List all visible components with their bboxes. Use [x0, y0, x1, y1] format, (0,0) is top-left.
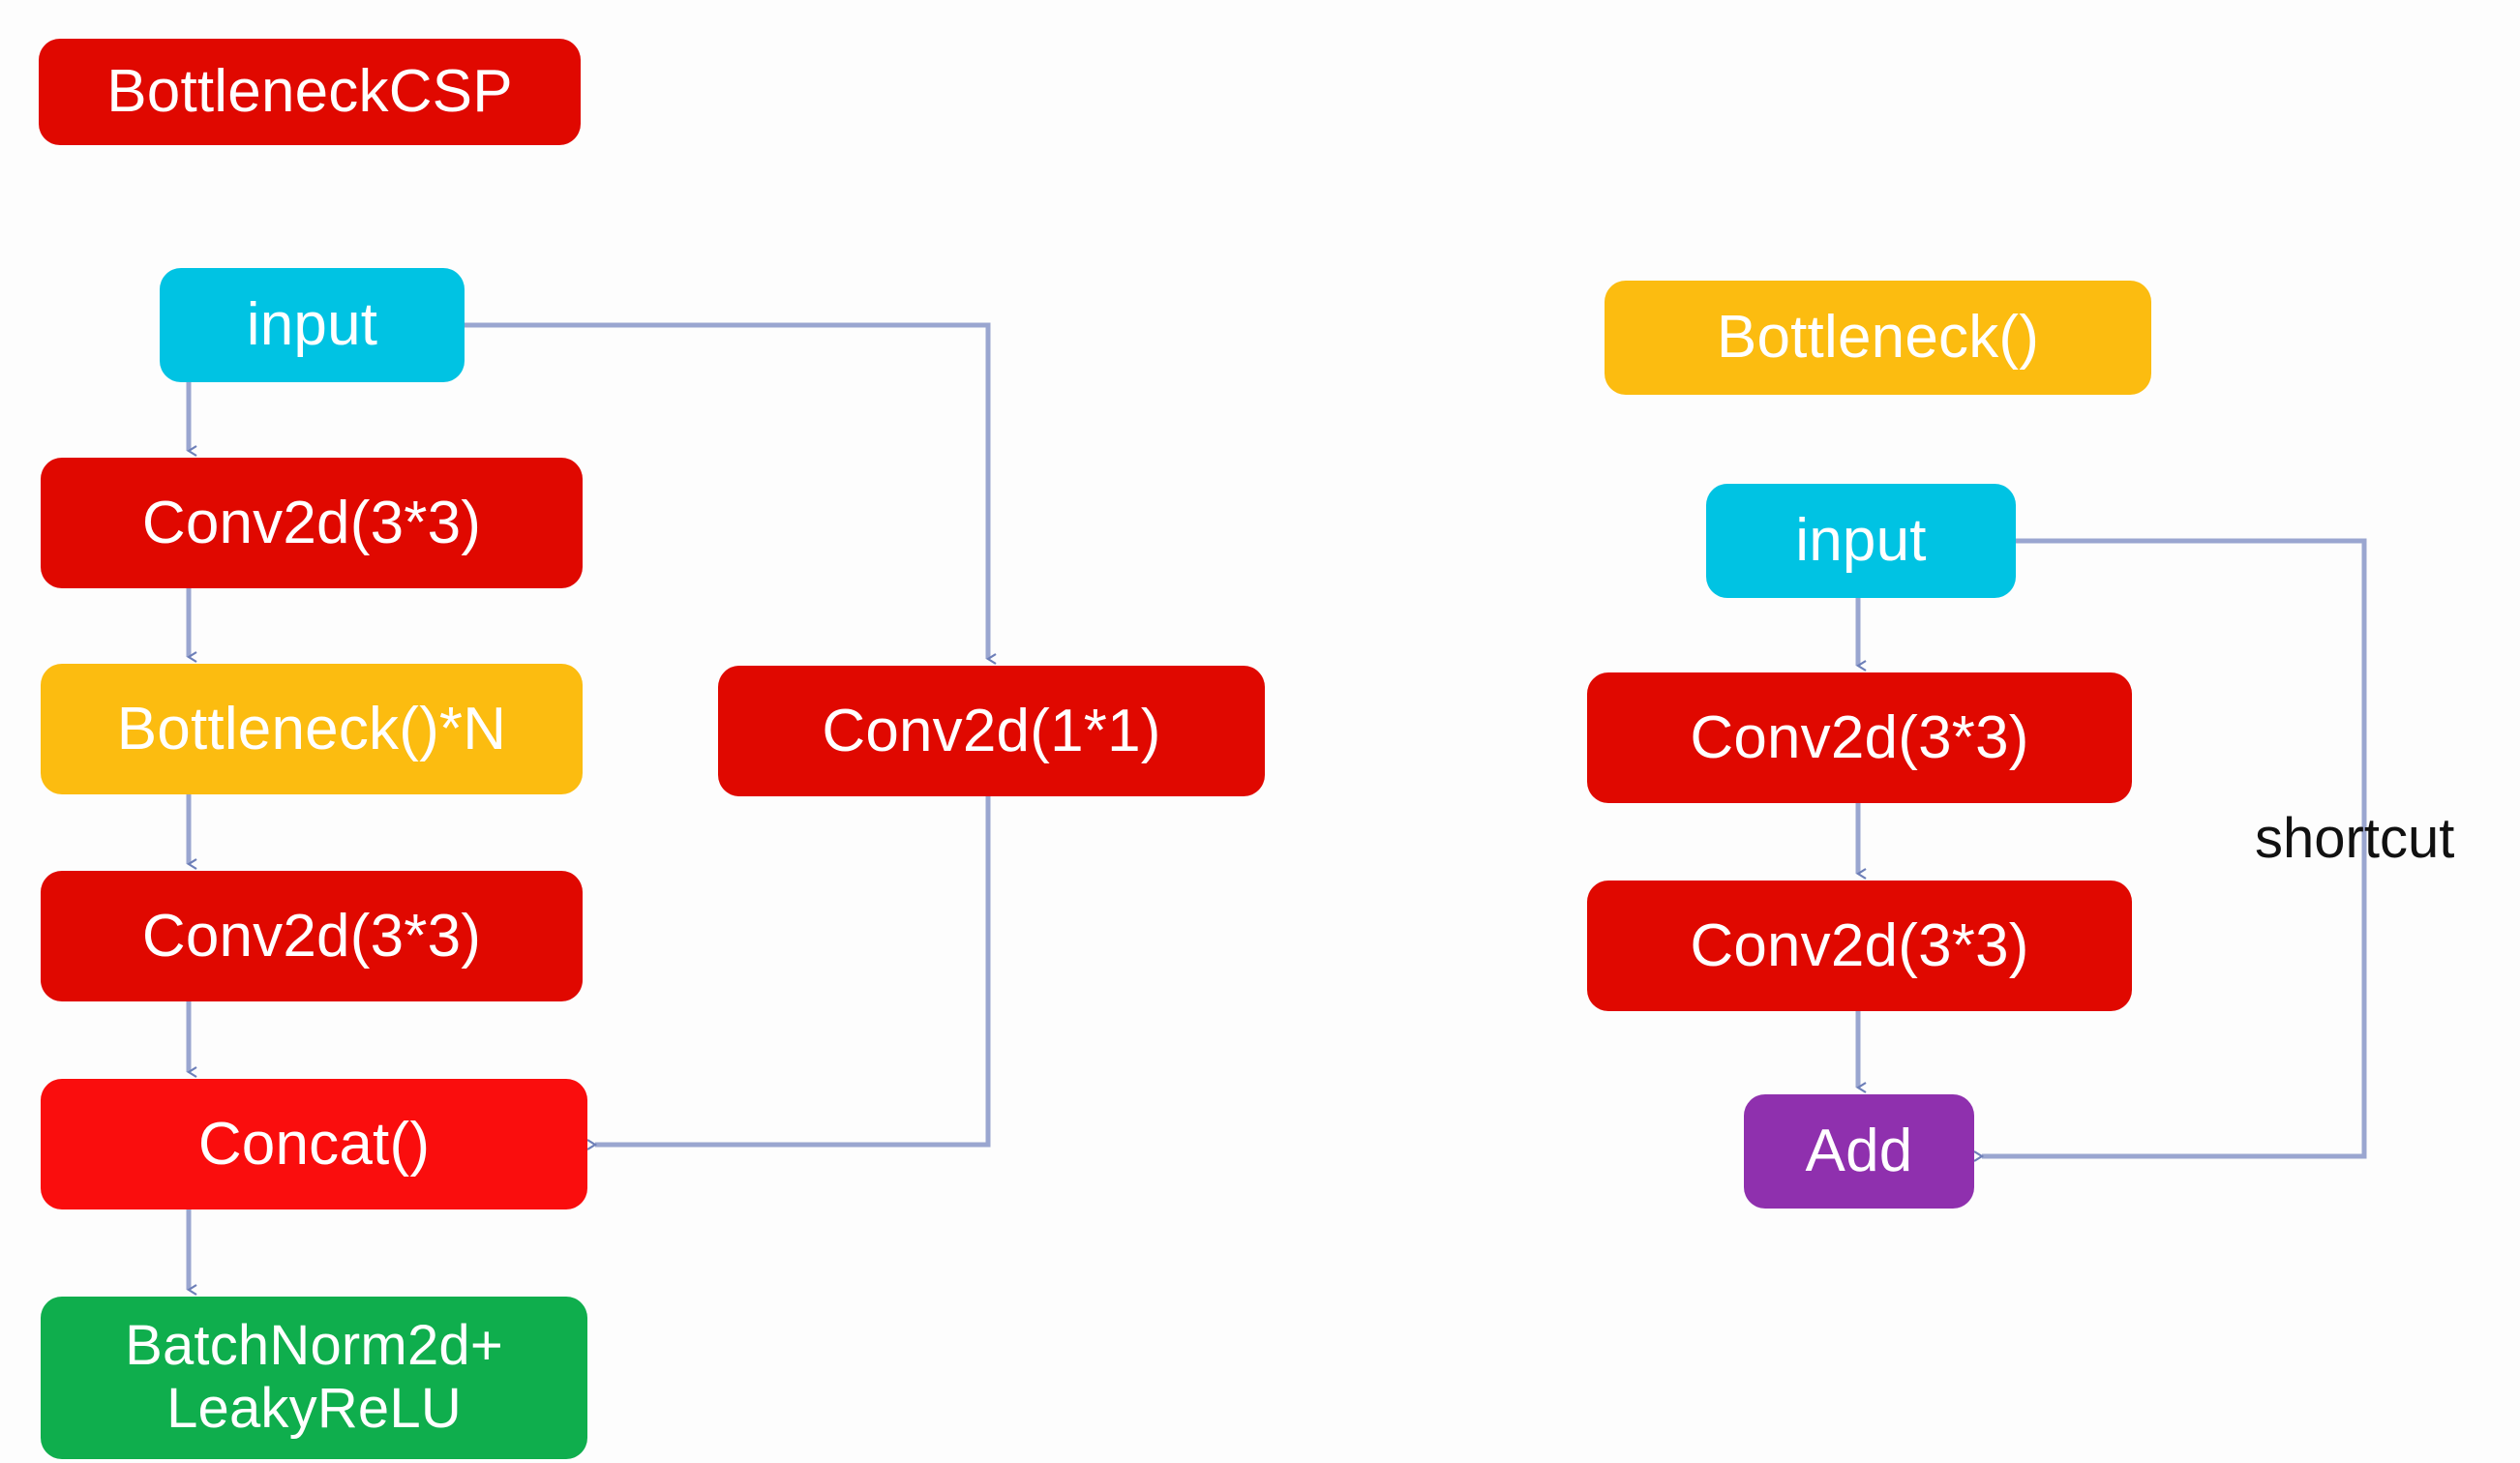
diagram-canvas: BottleneckCSP input Conv2d(3*3) Bottlene…	[0, 0, 2520, 1463]
node-bottleneckcsp-header[interactable]: BottleneckCSP	[39, 39, 581, 145]
node-csp-batchnorm-leakyrelu[interactable]: BatchNorm2d+ LeakyReLU	[41, 1297, 587, 1459]
node-bottleneck-conv2d-3x3-b[interactable]: Conv2d(3*3)	[1587, 881, 2132, 1011]
node-csp-concat[interactable]: Concat()	[41, 1079, 587, 1209]
node-bottleneck-conv2d-3x3-a[interactable]: Conv2d(3*3)	[1587, 672, 2132, 803]
edge-csp-conv1x1-to-concat	[586, 796, 991, 1150]
node-csp-input[interactable]: input	[160, 268, 465, 382]
shortcut-edge-label: shortcut	[2255, 807, 2455, 870]
node-csp-bottleneck-n[interactable]: Bottleneck()*N	[41, 664, 583, 794]
node-bottleneck-add[interactable]: Add	[1744, 1094, 1974, 1209]
node-bottleneck-input[interactable]: input	[1706, 484, 2016, 598]
node-csp-conv2d-3x3-a[interactable]: Conv2d(3*3)	[41, 458, 583, 588]
node-bottleneck-header[interactable]: Bottleneck()	[1605, 281, 2151, 395]
node-csp-conv2d-1x1[interactable]: Conv2d(1*1)	[718, 666, 1265, 796]
node-csp-conv2d-3x3-b[interactable]: Conv2d(3*3)	[41, 871, 583, 1001]
